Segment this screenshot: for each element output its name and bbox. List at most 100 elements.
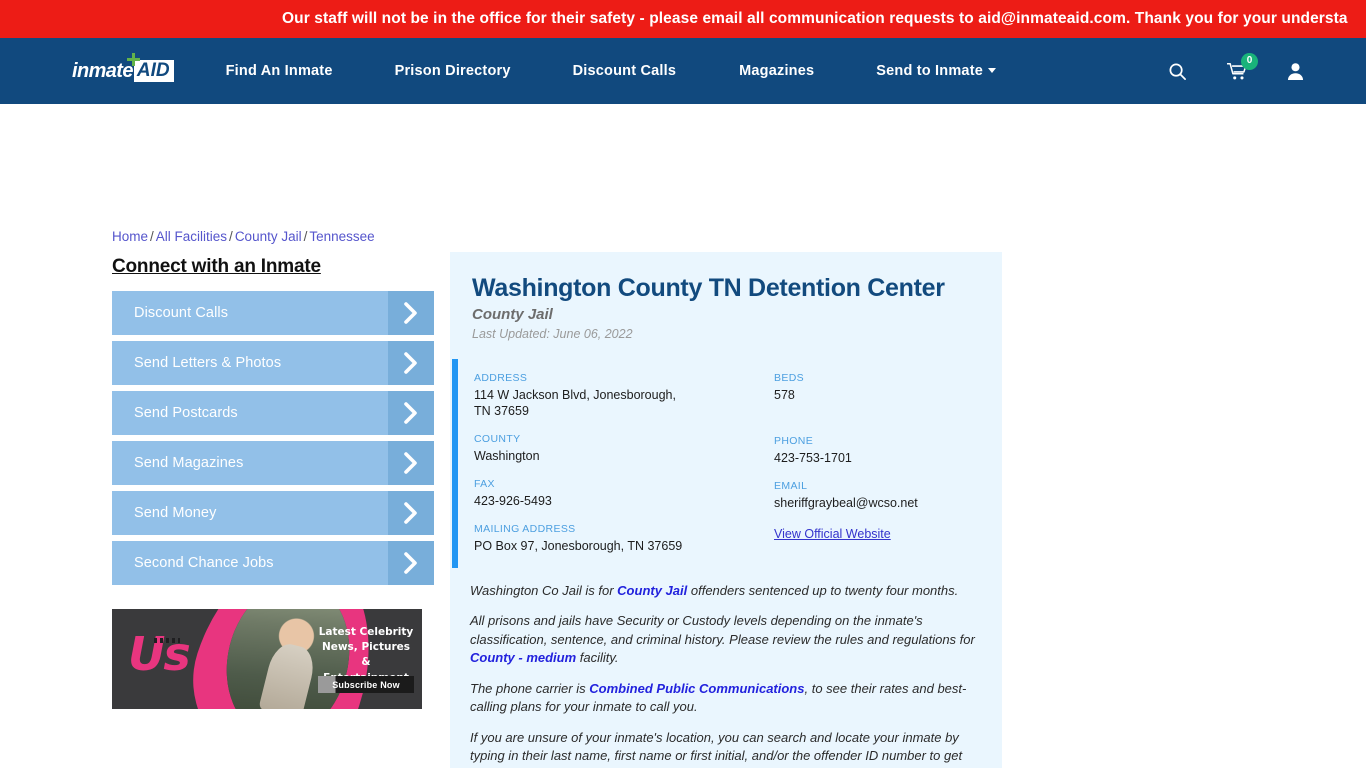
field-fax: FAX 423-926-5493 <box>474 478 774 509</box>
desc-text: offenders sentenced up to twenty four mo… <box>687 583 959 598</box>
ad-brand-logo: Us <box>128 631 191 677</box>
nav-icon-group: 0 <box>1168 52 1304 81</box>
field-label: EMAIL <box>774 480 808 492</box>
field-phone: PHONE 423-753-1701 <box>774 435 1002 466</box>
facility-description: Washington Co Jail is for County Jail of… <box>450 568 1002 768</box>
breadcrumb-item-county-jail[interactable]: County Jail <box>235 229 302 244</box>
field-official-website: View Official Website <box>774 525 1002 543</box>
field-value: 423-926-5493 <box>474 494 552 508</box>
nav-label: Magazines <box>739 63 815 79</box>
chevron-right-icon <box>388 291 434 335</box>
nav-links: Find An Inmate Prison Directory Discount… <box>226 63 996 79</box>
nav-label: Send to Inmate <box>876 63 983 79</box>
sidebar-item-label: Send Letters & Photos <box>134 355 282 371</box>
breadcrumb-item-tennessee[interactable]: Tennessee <box>309 229 374 244</box>
field-label: FAX <box>474 478 495 490</box>
desc-text: The phone carrier is <box>470 680 590 696</box>
description-paragraph-3: The phone carrier is Combined Public Com… <box>470 680 976 717</box>
facility-panel: Washington County TN Detention Center Co… <box>450 252 1002 768</box>
logo-badge: AID <box>126 53 174 82</box>
link-phone-carrier[interactable]: Combined Public Communications <box>589 681 804 696</box>
field-label: ADDRESS <box>474 372 528 384</box>
field-value: PO Box 97, Jonesborough, TN 37659 <box>474 539 683 553</box>
logo-badge-label: AID <box>136 60 170 82</box>
breadcrumb: Home / All Facilities / County Jail / Tennesse… <box>112 229 375 244</box>
facility-info-left-column: ADDRESS 114 W Jackson Blvd, Jonesborough… <box>474 372 774 554</box>
field-value: 423-753-1701 <box>774 451 852 465</box>
field-label: BEDS <box>774 372 804 384</box>
ad-brand-bars-icon <box>154 638 180 643</box>
site-logo[interactable]: inmate AID <box>72 53 174 84</box>
breadcrumb-item-home[interactable]: Home <box>112 229 148 244</box>
facility-info-right-column: BEDS 578 PHONE 423-753-1701 EMAIL sherif… <box>774 372 1002 554</box>
nav-label: Find An Inmate <box>225 63 333 79</box>
sidebar-item-label: Send Money <box>134 505 217 521</box>
page-title: Washington County TN Detention Center <box>472 274 945 302</box>
info-accent-bar <box>452 359 458 568</box>
facility-last-updated: Last Updated: June 06, 2022 <box>472 327 633 341</box>
field-value: Washington <box>474 449 540 463</box>
site-alert-text: Our staff will not be in the office for … <box>282 10 1348 27</box>
sidebar: Connect with an Inmate Discount Calls Se… <box>112 256 434 591</box>
main-navbar: inmate AID Find An Inmate Prison Directo… <box>0 38 1366 104</box>
ad-subscribe-button[interactable]: Subscribe Now <box>318 676 414 693</box>
cart-count-badge: 0 <box>1241 52 1258 70</box>
field-value: 114 W Jackson Blvd, Jonesborough, TN 376… <box>474 388 676 418</box>
chevron-right-icon <box>388 541 434 585</box>
search-button[interactable] <box>1168 62 1187 81</box>
breadcrumb-item-all-facilities[interactable]: All Facilities <box>156 229 227 244</box>
user-icon <box>1287 62 1304 80</box>
nav-item-send-to-inmate[interactable]: Send to Inmate <box>876 63 996 79</box>
nav-item-find-an-inmate[interactable]: Find An Inmate <box>226 63 333 79</box>
cart-button[interactable]: 0 <box>1227 52 1258 81</box>
sidebar-advertisement[interactable]: Us Latest Celebrity News, Pictures & Ent… <box>112 609 422 709</box>
facility-type: County Jail <box>472 306 553 323</box>
field-address: ADDRESS 114 W Jackson Blvd, Jonesborough… <box>474 372 774 419</box>
description-paragraph-4: If you are unsure of your inmate's locat… <box>470 729 963 768</box>
link-county-medium[interactable]: County - medium <box>470 650 576 665</box>
chevron-down-icon <box>988 68 996 73</box>
field-county: COUNTY Washington <box>474 433 774 464</box>
breadcrumb-separator: / <box>229 229 233 244</box>
sidebar-item-label: Send Postcards <box>134 405 238 421</box>
sidebar-item-send-money[interactable]: Send Money <box>112 491 434 535</box>
description-paragraph-1: Washington Co Jail is for County Jail of… <box>470 582 976 600</box>
breadcrumb-separator: / <box>150 229 154 244</box>
sidebar-item-send-postcards[interactable]: Send Postcards <box>112 391 434 435</box>
page-body: Home / All Facilities / County Jail / Tennesse… <box>0 104 1366 768</box>
facility-info-block: ADDRESS 114 W Jackson Blvd, Jonesborough… <box>450 359 1002 568</box>
field-label: MAILING ADDRESS <box>474 523 576 535</box>
account-button[interactable] <box>1287 62 1304 81</box>
site-alert-banner: Our staff will not be in the office for … <box>0 0 1366 38</box>
nav-item-prison-directory[interactable]: Prison Directory <box>395 63 511 79</box>
chevron-right-icon <box>388 491 434 535</box>
search-icon <box>1169 63 1186 80</box>
facility-info-grid: ADDRESS 114 W Jackson Blvd, Jonesborough… <box>450 372 1002 554</box>
view-official-website-link[interactable]: View Official Website <box>774 527 891 541</box>
nav-label: Prison Directory <box>394 63 511 79</box>
nav-item-magazines[interactable]: Magazines <box>739 63 814 79</box>
sidebar-heading: Connect with an Inmate <box>112 256 321 277</box>
sidebar-item-send-magazines[interactable]: Send Magazines <box>112 441 434 485</box>
field-value: sheriffgraybeal@wcso.net <box>774 496 918 510</box>
chevron-right-icon <box>388 441 434 485</box>
desc-text: All prisons and jails have Security or C… <box>470 613 975 647</box>
nav-item-discount-calls[interactable]: Discount Calls <box>573 63 677 79</box>
field-label: PHONE <box>774 435 814 447</box>
desc-text: facility. <box>576 650 619 666</box>
field-value: 578 <box>774 388 795 402</box>
nav-label: Discount Calls <box>572 63 677 79</box>
sidebar-item-label: Discount Calls <box>134 305 229 321</box>
desc-text: Washington Co Jail is for <box>470 583 618 598</box>
sidebar-item-discount-calls[interactable]: Discount Calls <box>112 291 434 335</box>
logo-word: inmate <box>72 59 133 82</box>
field-mailing-address: MAILING ADDRESS PO Box 97, Jonesborough,… <box>474 523 774 554</box>
sidebar-item-second-chance-jobs[interactable]: Second Chance Jobs <box>112 541 434 585</box>
field-label: COUNTY <box>474 433 521 445</box>
link-county-jail[interactable]: County Jail <box>617 583 687 598</box>
sidebar-item-label: Second Chance Jobs <box>134 555 274 571</box>
breadcrumb-separator: / <box>303 229 308 244</box>
sidebar-item-send-letters-photos[interactable]: Send Letters & Photos <box>112 341 434 385</box>
ad-brand-text: Us <box>128 627 191 681</box>
